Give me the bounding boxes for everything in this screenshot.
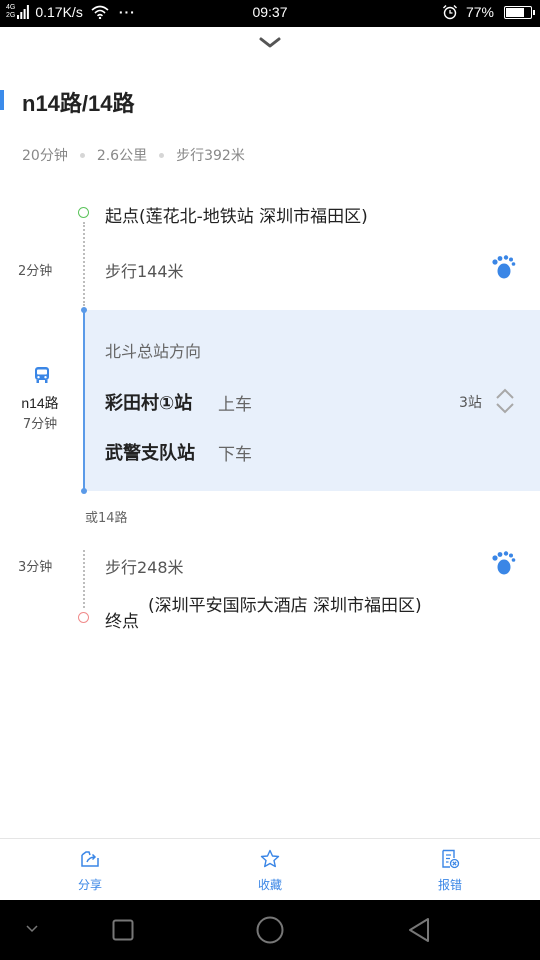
report-button[interactable]: 报错 (360, 839, 540, 901)
start-point: 起点(莲花北-地铁站 深圳市福田区) (105, 207, 368, 227)
summary-separator (159, 152, 165, 158)
walk-connector (83, 222, 85, 306)
footprint-icon (492, 551, 516, 575)
route-summary: 20分钟 2.6公里 步行392米 (22, 145, 245, 165)
alarm-icon (442, 5, 457, 20)
expand-stops-icon[interactable] (494, 388, 516, 414)
hide-keyboard-icon[interactable] (25, 924, 39, 934)
bus-line (83, 310, 85, 491)
star-icon (260, 849, 280, 868)
summary-duration: 20分钟 (22, 148, 68, 164)
favorite-label: 收藏 (257, 878, 282, 892)
boarding-action: 上车 (218, 395, 252, 415)
walk1-duration: 2分钟 (18, 264, 53, 279)
summary-distance: 2.6公里 (96, 148, 148, 164)
walk2-text: 步行248米 (105, 558, 184, 577)
action-bar: 分享 收藏 报错 (0, 838, 540, 901)
end-point-detail: (深圳平安国际大酒店 深圳市福田区) (148, 596, 422, 616)
back-icon[interactable] (406, 917, 432, 943)
footprint-icon (492, 255, 516, 279)
route-title: n14路/14路 (22, 91, 135, 116)
bus-direction: 北斗总站方向 (105, 342, 202, 361)
report-label: 报错 (437, 878, 462, 892)
end-dot (78, 612, 89, 623)
alighting-stop: 武警支队站 (105, 443, 195, 464)
share-icon (81, 851, 99, 867)
bus-line-end (81, 488, 87, 494)
summary-walk: 步行392米 (176, 148, 245, 164)
battery-percent: 77% (465, 4, 494, 20)
stop-count[interactable]: 3站 (459, 392, 482, 412)
status-right: 77% (442, 4, 535, 20)
alternative-route[interactable]: 或14路 (85, 507, 128, 526)
report-icon (442, 849, 460, 869)
home-icon[interactable] (256, 916, 284, 944)
favorite-button[interactable]: 收藏 (180, 839, 360, 901)
bus-duration: 7分钟 (22, 417, 58, 432)
battery-icon (504, 5, 535, 19)
share-button[interactable]: 分享 (0, 839, 180, 901)
bus-route-label: n14路 (21, 395, 59, 411)
alighting-action: 下车 (218, 445, 252, 465)
status-bar: 4G 2G 0.17K/s ··· 09:37 77% (0, 0, 540, 27)
end-label: 终点 (105, 612, 139, 632)
boarding-stop: 彩田村①站 (105, 393, 193, 414)
start-dot (78, 207, 89, 218)
battery-fill (506, 7, 525, 17)
bus-icon (35, 367, 49, 383)
share-label: 分享 (77, 878, 102, 892)
collapse-chevron-icon[interactable] (258, 36, 282, 50)
route-detail-screen: 4G 2G 0.17K/s ··· 09:37 77% n14路/14路 20分… (0, 0, 540, 960)
system-navigation-bar (0, 900, 540, 960)
recent-apps-icon[interactable] (112, 919, 134, 941)
title-accent-bar (0, 90, 4, 110)
bus-line-start (81, 307, 87, 313)
summary-separator (79, 152, 85, 158)
walk2-duration: 3分钟 (18, 560, 53, 575)
walk-connector (83, 550, 85, 608)
walk1-text: 步行144米 (105, 262, 184, 281)
